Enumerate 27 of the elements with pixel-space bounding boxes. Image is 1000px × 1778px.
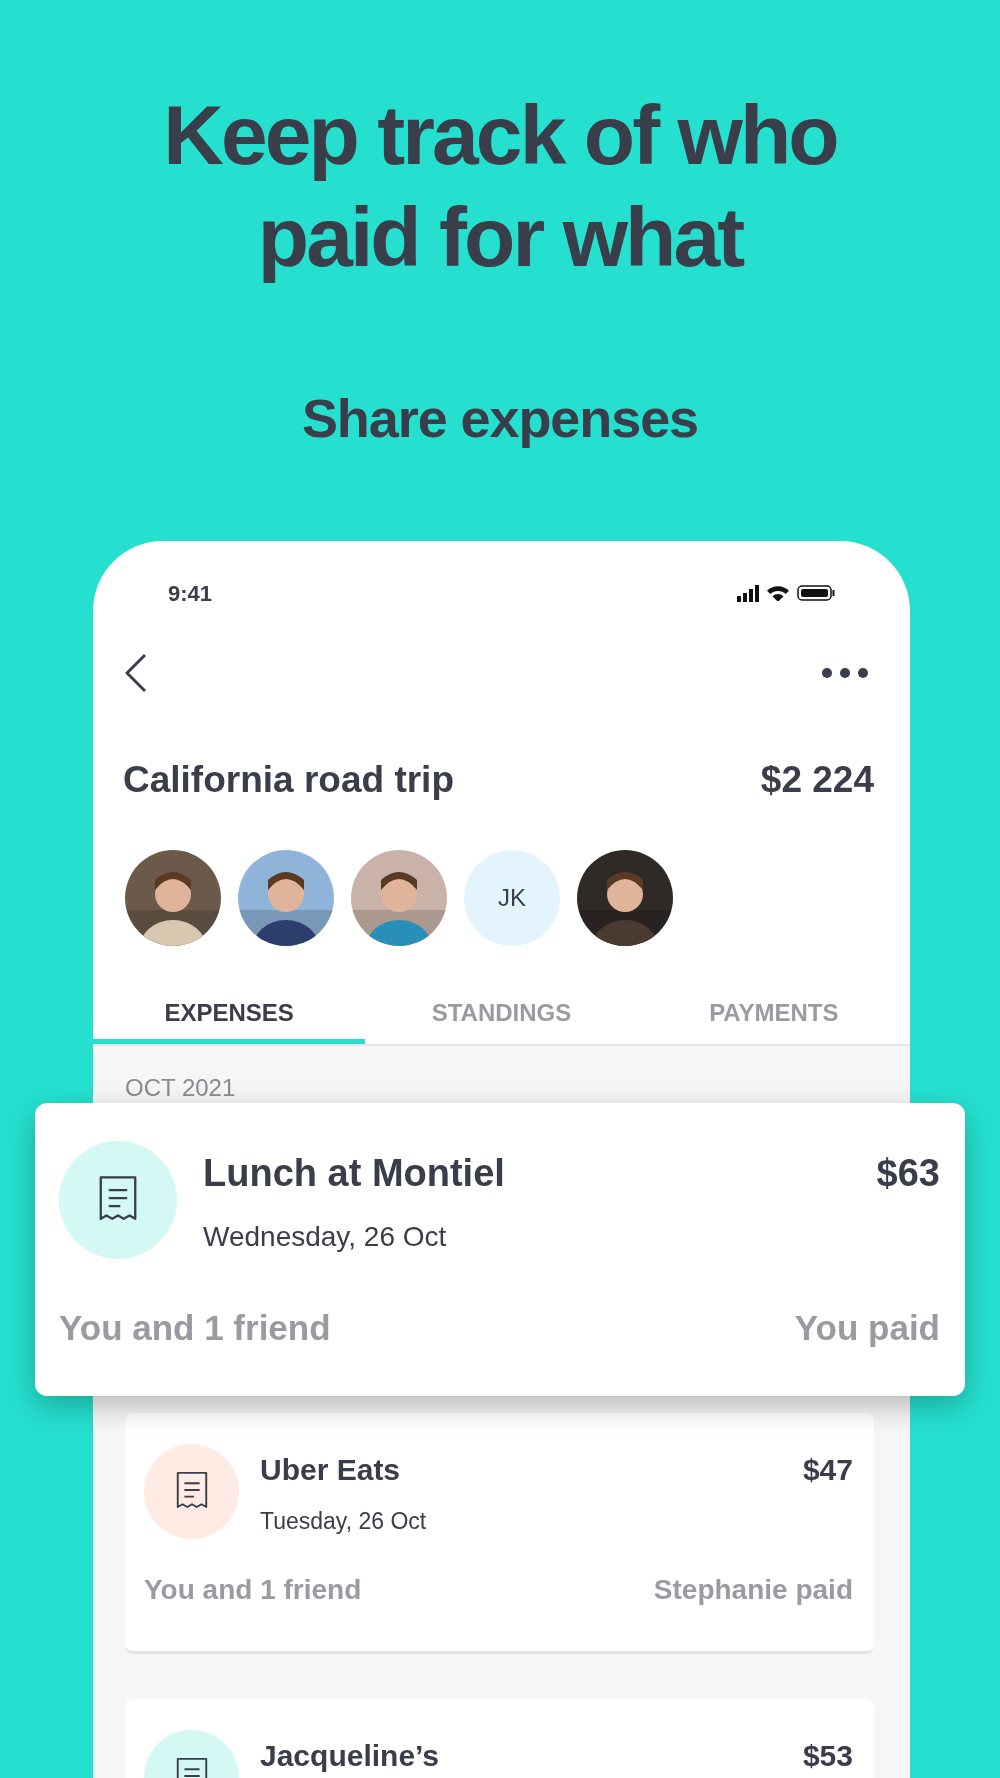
headline: Keep track of who paid for what xyxy=(162,87,838,286)
expense-title: Lunch at Montiel xyxy=(203,1151,505,1196)
expense-amount: $47 xyxy=(802,1452,853,1488)
expense-amount: $63 xyxy=(876,1151,940,1196)
subheadline: Share expenses xyxy=(301,388,699,448)
group-title: California road trip xyxy=(123,758,454,803)
payer-info: You paid xyxy=(794,1306,940,1349)
expense-title: Uber Eats xyxy=(260,1452,401,1488)
signal-icon xyxy=(737,584,759,602)
back-icon xyxy=(125,653,147,693)
expense-card[interactable]: Lunch at Montiel $63 Wednesday, 26 Oct You and 1 friend You paid xyxy=(35,1103,965,1396)
expense-amount: $53 xyxy=(802,1738,853,1774)
expense-card[interactable]: Uber Eats $47 Tuesday, 26 Oct You and 1 friend Stephanie paid xyxy=(125,1413,874,1654)
expense-title: Jacqueline’s xyxy=(260,1738,439,1774)
section-header: OCT 2021 xyxy=(125,1076,237,1100)
expense-card[interactable]: Jacqueline’s $53 xyxy=(125,1699,874,1778)
status-time: 9:41 xyxy=(168,579,213,608)
payer-info: Stephanie paid xyxy=(653,1573,853,1607)
split-info: You and 1 friend xyxy=(144,1573,362,1607)
more-icon xyxy=(822,668,868,678)
split-info: You and 1 friend xyxy=(59,1306,331,1349)
member-avatar[interactable]: JK xyxy=(464,850,560,946)
wifi-icon xyxy=(767,585,789,601)
expense-date: Wednesday, 26 Oct xyxy=(203,1220,448,1254)
battery-icon xyxy=(797,585,835,601)
group-total: $2 224 xyxy=(760,758,874,803)
expense-date: Tuesday, 26 Oct xyxy=(260,1507,428,1536)
